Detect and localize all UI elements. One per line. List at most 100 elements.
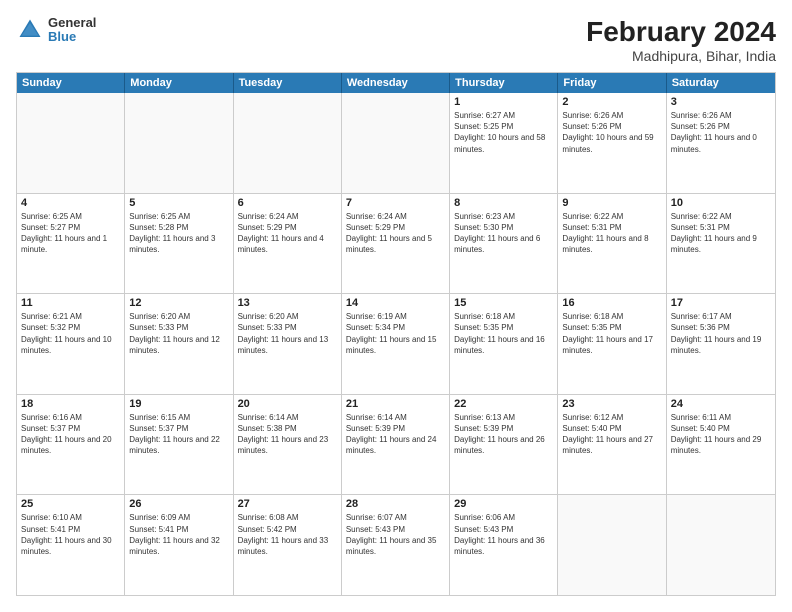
day-cell: 8Sunrise: 6:23 AM Sunset: 5:30 PM Daylig… [450,194,558,294]
day-cell: 18 Sunrise: 6:16 AM Sunset: 5:37 PM Dayli… [17,395,125,495]
day-number: 29 [454,498,553,510]
day-cell: 23 Sunrise: 6:12 AM Sunset: 5:40 PM Dayli… [558,395,666,495]
day-cell: 17Sunrise: 6:17 AM Sunset: 5:36 PM Dayli… [667,294,775,394]
day-cell: 21 Sunrise: 6:14 AM Sunset: 5:39 PM Dayli… [342,395,450,495]
day-number: 17 [671,297,771,309]
day-number: 9 [562,197,661,209]
day-number: 16 [562,297,661,309]
day-info: Sunrise: 6:21 AM Sunset: 5:32 PM Dayligh… [21,311,120,356]
day-number: 21 [346,398,445,410]
day-cell: 15 Sunrise: 6:18 AM Sunset: 5:35 PM Dayli… [450,294,558,394]
day-info: Sunrise: 6:06 AM Sunset: 5:43 PM Dayligh… [454,512,553,557]
day-cell: 5 Sunrise: 6:25 AM Sunset: 5:28 PM Daylig… [125,194,233,294]
day-number: 28 [346,498,445,510]
week-row-3: 11Sunrise: 6:21 AM Sunset: 5:32 PM Dayli… [17,293,775,394]
day-number: 25 [21,498,120,510]
week-row-5: 25 Sunrise: 6:10 AM Sunset: 5:41 PM Dayli… [17,494,775,595]
day-cell: 6 Sunrise: 6:24 AM Sunset: 5:29 PM Daylig… [234,194,342,294]
day-number: 7 [346,197,445,209]
day-cell: 16 Sunrise: 6:18 AM Sunset: 5:35 PM Dayli… [558,294,666,394]
day-number: 18 [21,398,120,410]
day-number: 27 [238,498,337,510]
day-cell: 10Sunrise: 6:22 AM Sunset: 5:31 PM Dayli… [667,194,775,294]
day-cell: 2 Sunrise: 6:26 AM Sunset: 5:26 PM Daylig… [558,93,666,193]
logo-general: General [48,16,96,30]
day-info: Sunrise: 6:13 AM Sunset: 5:39 PM Dayligh… [454,412,553,457]
day-info: Sunrise: 6:18 AM Sunset: 5:35 PM Dayligh… [454,311,553,356]
calendar-body: 1 Sunrise: 6:27 AM Sunset: 5:25 PM Daylig… [17,93,775,595]
day-info: Sunrise: 6:20 AM Sunset: 5:33 PM Dayligh… [129,311,228,356]
logo-icon [16,16,44,44]
day-cell [667,495,775,595]
day-cell [558,495,666,595]
day-cell: 3 Sunrise: 6:26 AM Sunset: 5:26 PM Daylig… [667,93,775,193]
day-info: Sunrise: 6:15 AM Sunset: 5:37 PM Dayligh… [129,412,228,457]
week-row-2: 4 Sunrise: 6:25 AM Sunset: 5:27 PM Daylig… [17,193,775,294]
day-info: Sunrise: 6:20 AM Sunset: 5:33 PM Dayligh… [238,311,337,356]
day-cell: 27Sunrise: 6:08 AM Sunset: 5:42 PM Dayli… [234,495,342,595]
day-number: 5 [129,197,228,209]
day-number: 13 [238,297,337,309]
day-number: 2 [562,96,661,108]
day-cell: 28 Sunrise: 6:07 AM Sunset: 5:43 PM Dayli… [342,495,450,595]
day-info: Sunrise: 6:22 AM Sunset: 5:31 PM Dayligh… [562,211,661,256]
day-info: Sunrise: 6:23 AM Sunset: 5:30 PM Dayligh… [454,211,553,256]
day-cell: 14 Sunrise: 6:19 AM Sunset: 5:34 PM Dayli… [342,294,450,394]
day-cell [234,93,342,193]
day-info: Sunrise: 6:09 AM Sunset: 5:41 PM Dayligh… [129,512,228,557]
day-header-wednesday: Wednesday [342,73,450,93]
day-info: Sunrise: 6:25 AM Sunset: 5:27 PM Dayligh… [21,211,120,256]
day-cell: 13 Sunrise: 6:20 AM Sunset: 5:33 PM Dayli… [234,294,342,394]
calendar-header: SundayMondayTuesdayWednesdayThursdayFrid… [17,73,775,93]
day-info: Sunrise: 6:07 AM Sunset: 5:43 PM Dayligh… [346,512,445,557]
day-number: 26 [129,498,228,510]
day-header-saturday: Saturday [667,73,775,93]
header: General Blue February 2024 Madhipura, Bi… [16,16,776,64]
day-cell: 9 Sunrise: 6:22 AM Sunset: 5:31 PM Daylig… [558,194,666,294]
day-cell: 11Sunrise: 6:21 AM Sunset: 5:32 PM Dayli… [17,294,125,394]
day-cell [125,93,233,193]
day-info: Sunrise: 6:25 AM Sunset: 5:28 PM Dayligh… [129,211,228,256]
day-cell: 1 Sunrise: 6:27 AM Sunset: 5:25 PM Daylig… [450,93,558,193]
day-header-monday: Monday [125,73,233,93]
day-info: Sunrise: 6:11 AM Sunset: 5:40 PM Dayligh… [671,412,771,457]
day-info: Sunrise: 6:24 AM Sunset: 5:29 PM Dayligh… [346,211,445,256]
logo-blue: Blue [48,30,96,44]
day-number: 14 [346,297,445,309]
day-number: 1 [454,96,553,108]
day-cell: 19 Sunrise: 6:15 AM Sunset: 5:37 PM Dayli… [125,395,233,495]
day-number: 19 [129,398,228,410]
day-number: 24 [671,398,771,410]
day-number: 23 [562,398,661,410]
day-info: Sunrise: 6:16 AM Sunset: 5:37 PM Dayligh… [21,412,120,457]
calendar: SundayMondayTuesdayWednesdayThursdayFrid… [16,72,776,596]
day-number: 4 [21,197,120,209]
day-info: Sunrise: 6:27 AM Sunset: 5:25 PM Dayligh… [454,110,553,155]
day-number: 12 [129,297,228,309]
day-info: Sunrise: 6:14 AM Sunset: 5:39 PM Dayligh… [346,412,445,457]
day-info: Sunrise: 6:14 AM Sunset: 5:38 PM Dayligh… [238,412,337,457]
main-title: February 2024 [586,16,776,48]
day-info: Sunrise: 6:22 AM Sunset: 5:31 PM Dayligh… [671,211,771,256]
day-info: Sunrise: 6:10 AM Sunset: 5:41 PM Dayligh… [21,512,120,557]
day-cell: 4 Sunrise: 6:25 AM Sunset: 5:27 PM Daylig… [17,194,125,294]
day-cell: 24 Sunrise: 6:11 AM Sunset: 5:40 PM Dayli… [667,395,775,495]
day-info: Sunrise: 6:26 AM Sunset: 5:26 PM Dayligh… [562,110,661,155]
day-number: 6 [238,197,337,209]
day-info: Sunrise: 6:12 AM Sunset: 5:40 PM Dayligh… [562,412,661,457]
day-number: 20 [238,398,337,410]
day-cell: 29 Sunrise: 6:06 AM Sunset: 5:43 PM Dayli… [450,495,558,595]
title-section: February 2024 Madhipura, Bihar, India [586,16,776,64]
day-number: 22 [454,398,553,410]
day-info: Sunrise: 6:24 AM Sunset: 5:29 PM Dayligh… [238,211,337,256]
day-info: Sunrise: 6:18 AM Sunset: 5:35 PM Dayligh… [562,311,661,356]
subtitle: Madhipura, Bihar, India [586,48,776,64]
day-number: 3 [671,96,771,108]
day-number: 15 [454,297,553,309]
day-info: Sunrise: 6:19 AM Sunset: 5:34 PM Dayligh… [346,311,445,356]
day-info: Sunrise: 6:26 AM Sunset: 5:26 PM Dayligh… [671,110,771,155]
day-cell: 22 Sunrise: 6:13 AM Sunset: 5:39 PM Dayli… [450,395,558,495]
day-cell: 26 Sunrise: 6:09 AM Sunset: 5:41 PM Dayli… [125,495,233,595]
day-cell: 12 Sunrise: 6:20 AM Sunset: 5:33 PM Dayli… [125,294,233,394]
logo: General Blue [16,16,96,45]
